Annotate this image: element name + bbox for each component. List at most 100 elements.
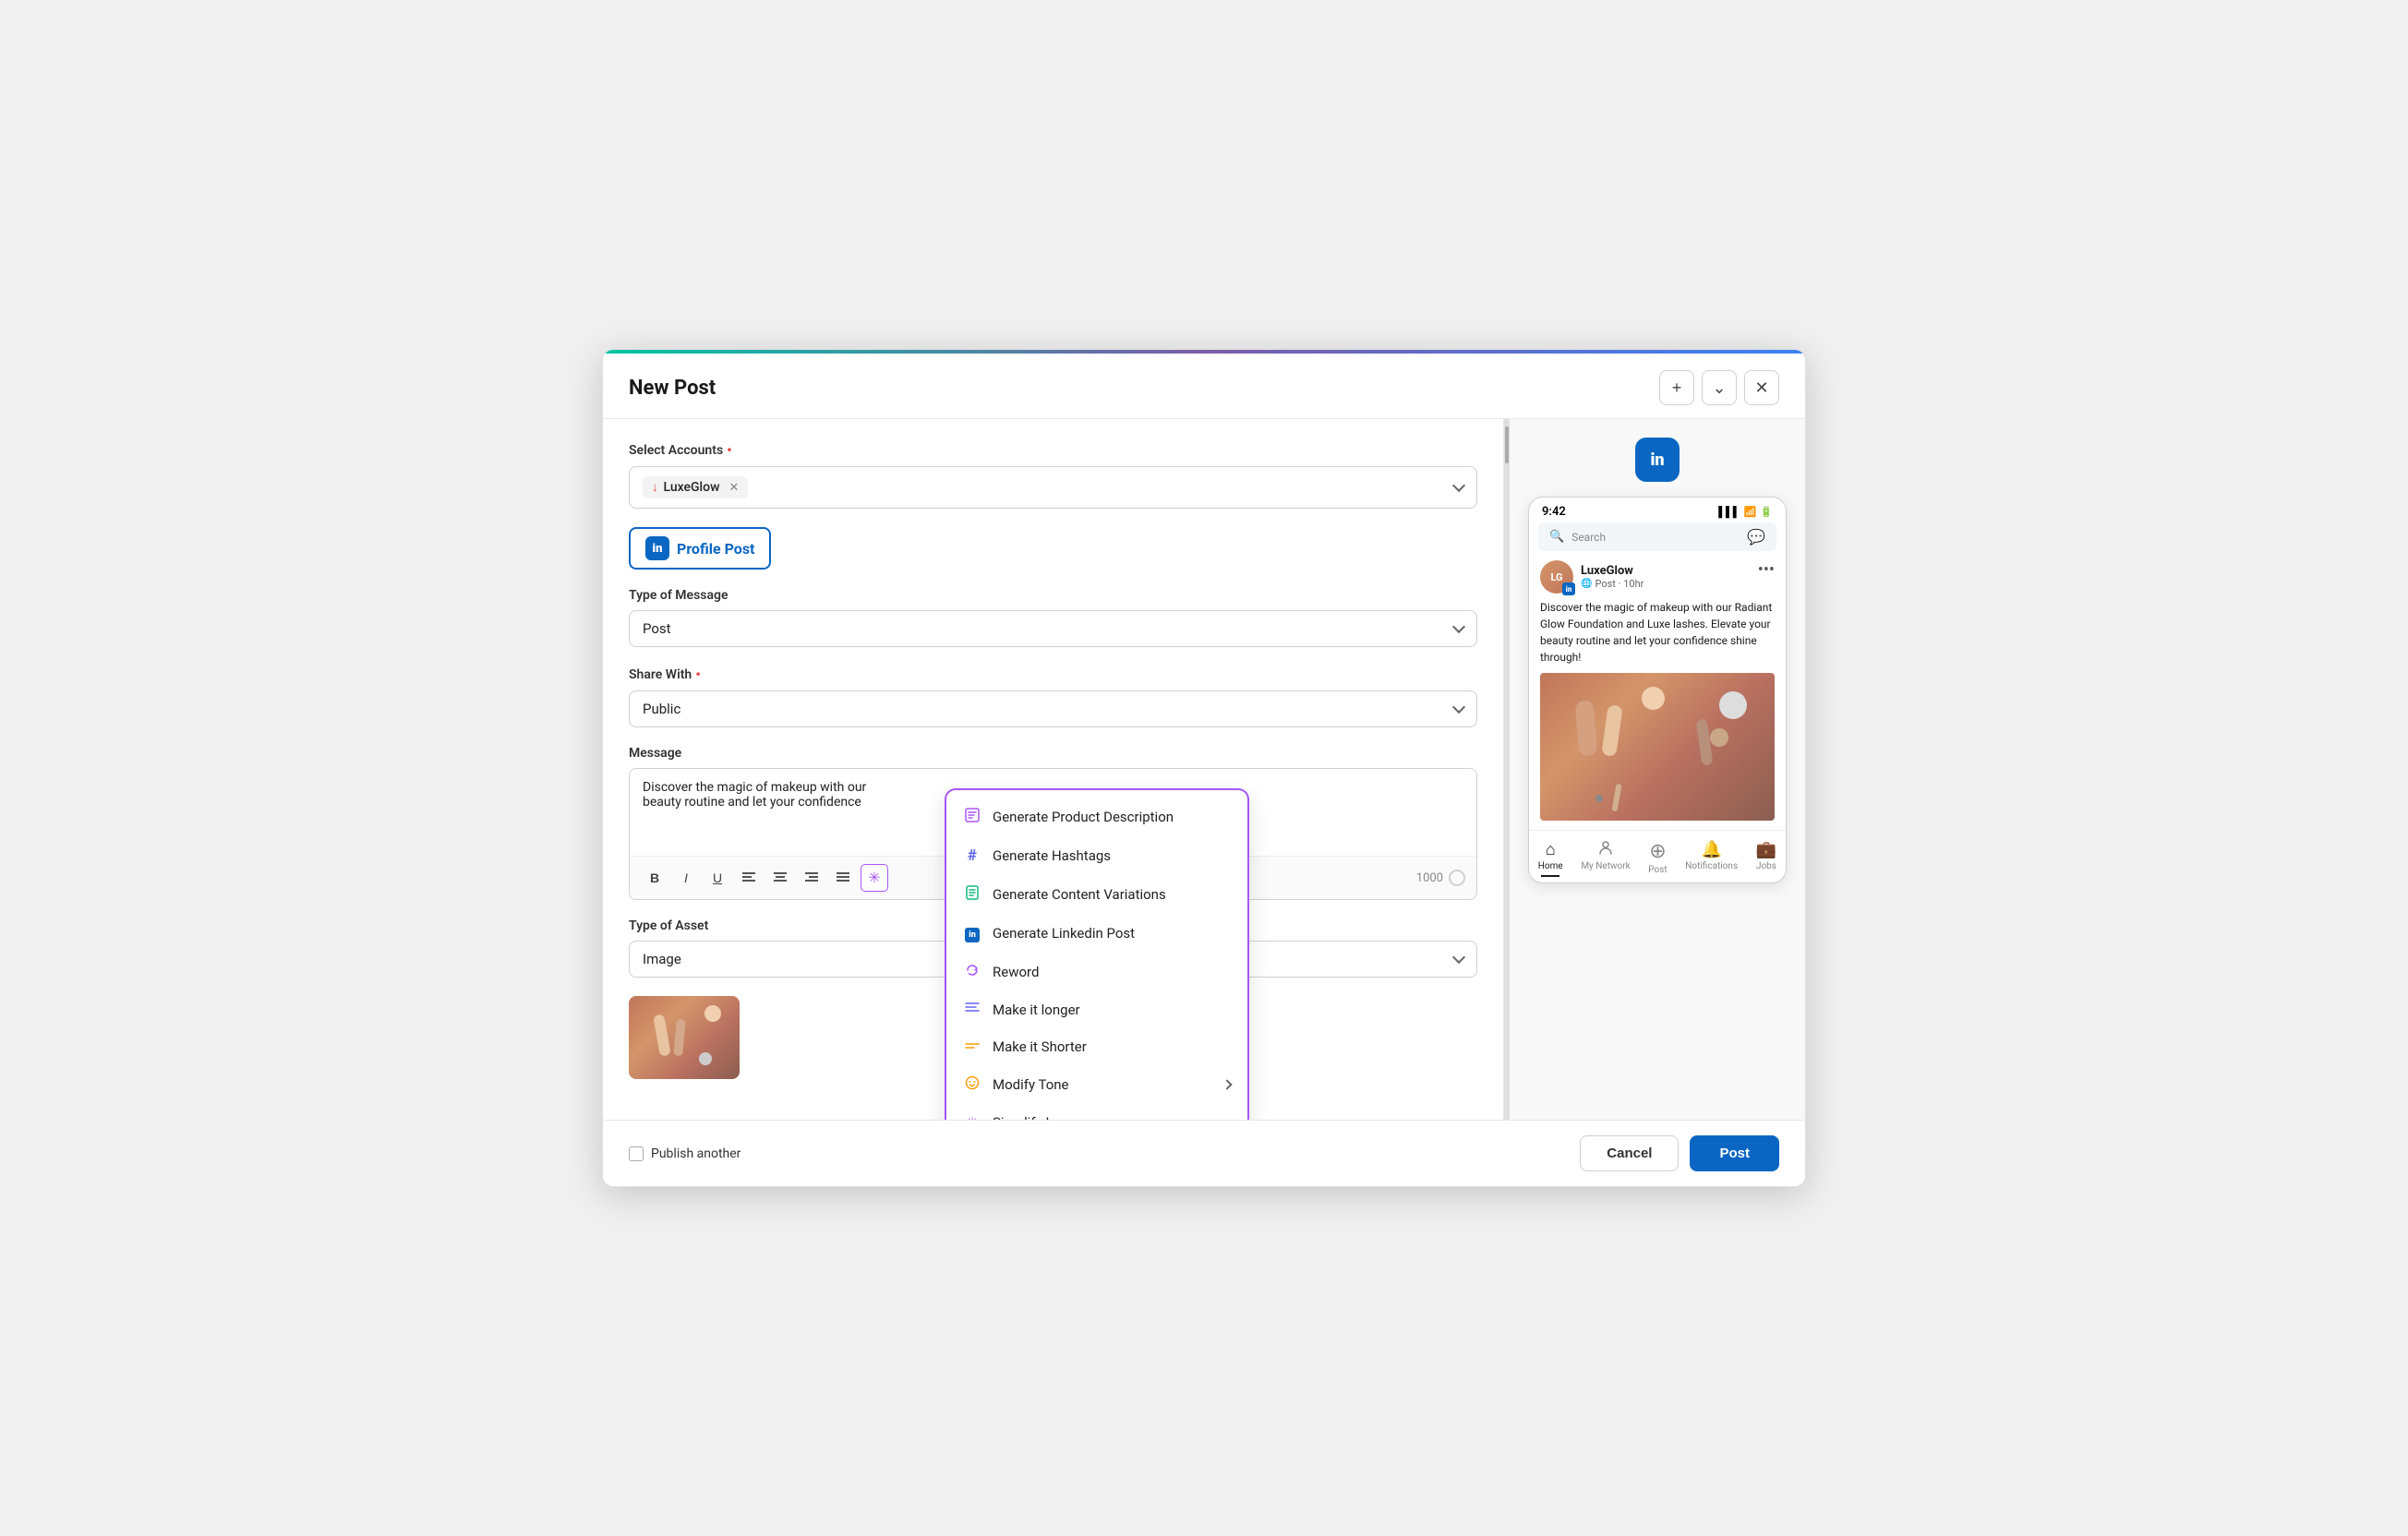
nav-my-network-label: My Network (1581, 861, 1630, 871)
nav-post-label: Post (1648, 865, 1667, 875)
tag-remove-btn[interactable]: ✕ (728, 481, 739, 495)
collapse-button[interactable]: ⌄ (1702, 370, 1737, 405)
phone-chat-icon: 💬 (1747, 528, 1765, 546)
generate-product-icon (963, 808, 981, 826)
char-count: 1000 (1416, 870, 1465, 886)
battery-icon: 🔋 (1760, 506, 1773, 518)
share-with-group: Share With • Public (629, 666, 1477, 727)
generate-product-label: Generate Product Description (993, 809, 1174, 825)
more-options-icon[interactable]: ••• (1758, 560, 1775, 580)
profile-post-badge[interactable]: in Profile Post (629, 527, 771, 570)
make-shorter-label: Make it Shorter (993, 1038, 1087, 1055)
publish-another-label[interactable]: Publish another (629, 1146, 740, 1161)
align-center-button[interactable] (766, 864, 794, 892)
close-button[interactable]: ✕ (1744, 370, 1779, 405)
my-network-icon (1597, 840, 1614, 859)
generate-hashtags-icon: # (963, 846, 981, 865)
post-header: LG in LuxeGlow 🌐 Post · 10hr (1540, 560, 1775, 594)
phone-search-bar[interactable]: 🔍 Search 💬 (1538, 522, 1776, 551)
message-type-select[interactable]: Post (629, 610, 1477, 647)
phone-time: 9:42 (1542, 505, 1566, 519)
new-post-modal: New Post + ⌄ ✕ Select Accounts • ↓ LuxeG… (602, 349, 1806, 1187)
ai-menu-button[interactable]: ✳ (861, 864, 888, 892)
nav-home-label: Home (1538, 861, 1563, 871)
post-type-group: in Profile Post (629, 527, 1477, 570)
ai-dropdown-menu: Generate Product Description # Generate … (945, 788, 1249, 1120)
reword-label: Reword (993, 964, 1039, 980)
ai-menu-item-reword[interactable]: Reword (946, 953, 1247, 991)
underline-button[interactable]: U (704, 864, 731, 892)
add-button[interactable]: + (1659, 370, 1694, 405)
nav-item-jobs[interactable]: 💼 Jobs (1756, 840, 1776, 877)
type-of-message-label: Type of Message (629, 588, 1477, 603)
jobs-icon: 💼 (1756, 840, 1776, 859)
publish-another-checkbox[interactable] (629, 1146, 644, 1161)
make-shorter-icon (963, 1038, 981, 1055)
modal-body: Select Accounts • ↓ LuxeGlow ✕ in Profil… (603, 419, 1805, 1120)
post-meta: 🌐 Post · 10hr (1581, 578, 1643, 590)
signal-icon: ▌▌▌ (1718, 506, 1740, 518)
align-right-button[interactable] (798, 864, 825, 892)
modal-header: New Post + ⌄ ✕ (603, 354, 1805, 419)
generate-hashtags-label: Generate Hashtags (993, 847, 1111, 864)
share-with-chevron-icon (1452, 701, 1465, 714)
ai-menu-item-simplify[interactable]: ✳ Simplify Language (946, 1104, 1247, 1120)
asset-type-chevron-icon (1452, 951, 1465, 964)
wifi-icon: 📶 (1744, 506, 1757, 518)
post-preview-text: Discover the magic of makeup with our Ra… (1540, 599, 1775, 666)
select-accounts-label: Select Accounts • (629, 441, 1477, 459)
phone-search-icon: 🔍 (1549, 530, 1564, 544)
simplify-label: Simplify Language (993, 1114, 1106, 1120)
account-icon: ↓ (652, 480, 658, 495)
ai-menu-item-generate-product[interactable]: Generate Product Description (946, 798, 1247, 836)
ai-menu-item-generate-hashtags[interactable]: # Generate Hashtags (946, 836, 1247, 875)
nav-item-my-network[interactable]: My Network (1581, 840, 1630, 877)
generate-linkedin-label: Generate Linkedin Post (993, 925, 1135, 942)
message-type-chevron-icon (1452, 620, 1465, 633)
scroll-thumb[interactable] (1505, 426, 1509, 463)
bold-button[interactable]: B (641, 864, 668, 892)
justify-button[interactable] (829, 864, 857, 892)
right-panel: in 9:42 ▌▌▌ 📶 🔋 🔍 Search 💬 (1510, 419, 1805, 1120)
nav-notifications-label: Notifications (1685, 861, 1738, 871)
phone-bottom-nav: ⌂ Home My Network (1529, 830, 1786, 882)
nav-item-notifications[interactable]: 🔔 Notifications (1685, 840, 1738, 877)
align-left-button[interactable] (735, 864, 763, 892)
left-panel: Select Accounts • ↓ LuxeGlow ✕ in Profil… (603, 419, 1504, 1120)
accounts-select[interactable]: ↓ LuxeGlow ✕ (629, 466, 1477, 509)
phone-search-placeholder: Search (1571, 531, 1606, 544)
phone-preview: 9:42 ▌▌▌ 📶 🔋 🔍 Search 💬 (1528, 497, 1787, 883)
ai-menu-item-modify-tone[interactable]: Modify Tone (946, 1065, 1247, 1104)
post-icon: ⊕ (1649, 840, 1666, 863)
reword-icon (963, 963, 981, 981)
nav-jobs-label: Jobs (1756, 861, 1776, 871)
image-thumbnail (629, 996, 740, 1079)
accounts-chevron-down-icon (1452, 479, 1465, 492)
type-of-message-group: Type of Message Post (629, 588, 1477, 647)
post-button[interactable]: Post (1690, 1135, 1779, 1171)
home-icon: ⌂ (1546, 840, 1556, 859)
generate-linkedin-icon: in (963, 924, 981, 942)
ai-menu-item-make-shorter[interactable]: Make it Shorter (946, 1028, 1247, 1065)
footer-actions: Cancel Post (1580, 1135, 1779, 1171)
nav-item-home[interactable]: ⌂ Home (1538, 840, 1563, 877)
avatar: LG in (1540, 560, 1573, 594)
ai-menu-item-make-longer[interactable]: Make it longer (946, 991, 1247, 1028)
italic-button[interactable]: I (672, 864, 700, 892)
header-actions: + ⌄ ✕ (1659, 370, 1779, 405)
user-name: LuxeGlow (1581, 564, 1643, 578)
ai-menu-item-generate-content[interactable]: Generate Content Variations (946, 875, 1247, 914)
modal-footer: Publish another Cancel Post (603, 1120, 1805, 1186)
share-with-label: Share With • (629, 666, 1477, 683)
share-with-select[interactable]: Public (629, 690, 1477, 727)
avatar-badge-icon: in (1562, 582, 1575, 595)
post-image (1540, 673, 1775, 821)
post-user-info: LG in LuxeGlow 🌐 Post · 10hr (1540, 560, 1643, 594)
linkedin-tab-icon[interactable]: in (1635, 438, 1680, 482)
ai-menu-item-generate-linkedin[interactable]: in Generate Linkedin Post (946, 914, 1247, 953)
make-longer-icon (963, 1002, 981, 1018)
notifications-icon: 🔔 (1701, 840, 1721, 859)
nav-item-post[interactable]: ⊕ Post (1648, 840, 1667, 877)
generate-content-icon (963, 885, 981, 904)
cancel-button[interactable]: Cancel (1580, 1135, 1679, 1171)
